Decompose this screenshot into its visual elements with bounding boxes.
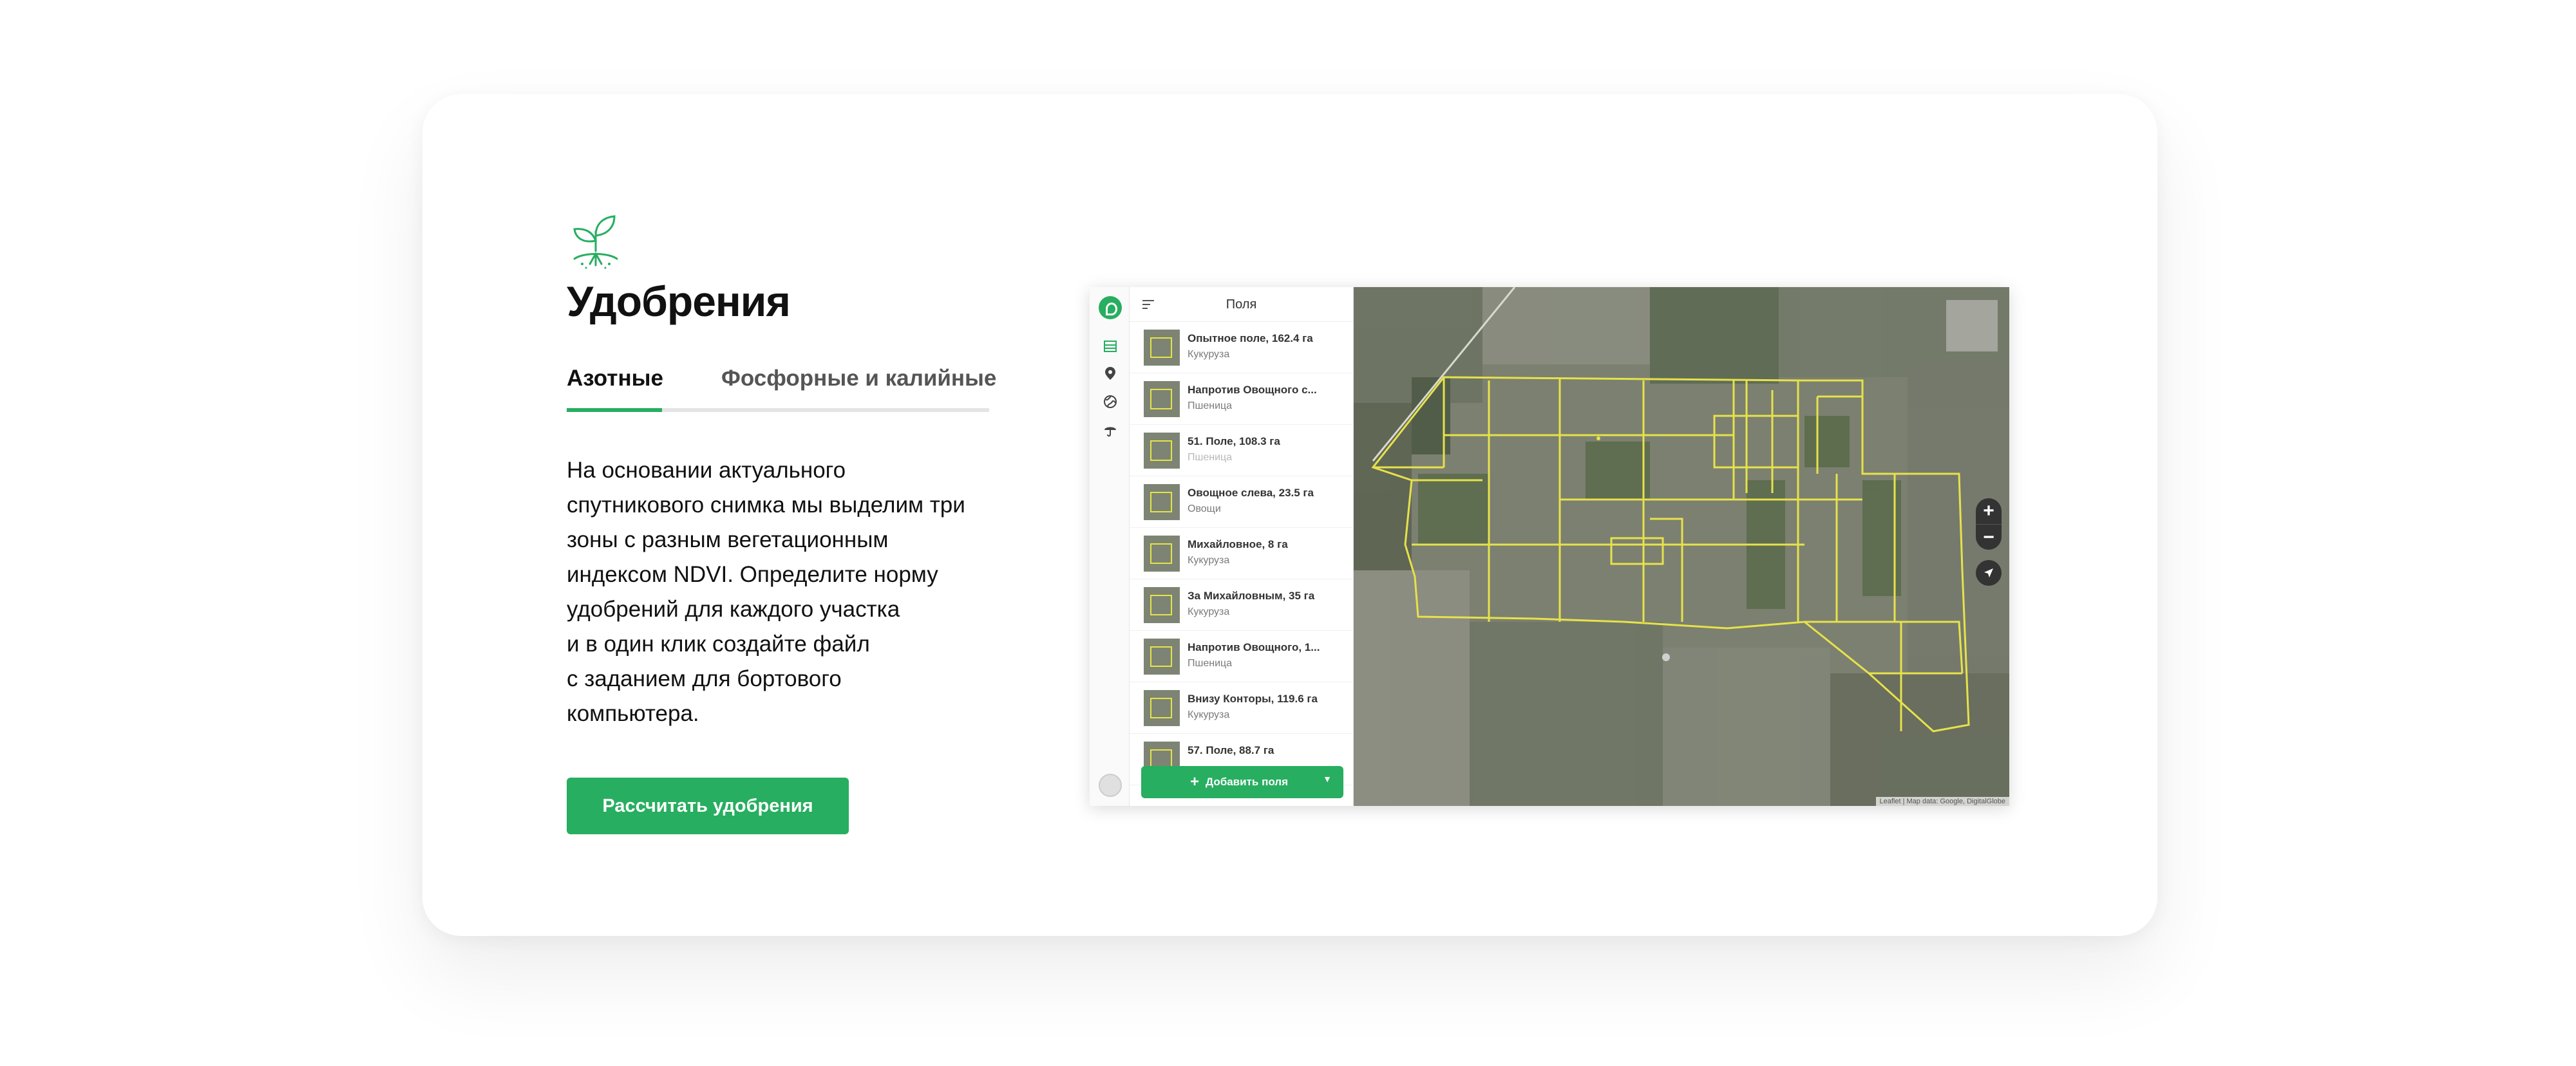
list-item[interactable]: Напротив Овощного, 1... Пшеница [1130,631,1354,682]
field-crop: Пшеница [1188,658,1233,669]
navigation-arrow-icon [1984,568,1993,577]
list-item[interactable]: За Михайловным, 35 га Кукуруза [1130,579,1354,631]
description-line: индексом NDVI. Определите норму [567,562,938,587]
field-thumbnail [1144,484,1180,520]
list-item[interactable]: Михайловное, 8 га Кукуруза [1130,528,1354,579]
globe-icon[interactable] [1103,394,1118,409]
map-attribution[interactable]: Leaflet | Map data: Google, DigitalGlobe [1875,797,2009,806]
field-name: Напротив Овощного, 1... [1188,641,1320,653]
description-line: с заданием для бортового [567,666,842,691]
list-item[interactable]: Опытное поле, 162.4 га Кукуруза [1130,322,1354,373]
zoom-out-button[interactable]: − [1976,524,2002,550]
field-thumbnail [1144,381,1180,417]
field-name: За Михайловным, 35 га [1188,590,1315,602]
field-crop: Пшеница [1188,452,1233,463]
field-thumbnail [1144,330,1180,366]
field-thumbnail [1144,536,1180,572]
list-item[interactable]: Овощное слева, 23.5 га Овощи [1130,476,1354,528]
fields-icon[interactable] [1103,339,1118,354]
description: На основании актуального спутникового сн… [567,453,1005,731]
field-name: 57. Поле, 88.7 га [1188,744,1274,756]
locate-button[interactable] [1976,560,2002,586]
map-canvas[interactable] [1354,287,2009,806]
field-name: Внизу Конторы, 119.6 га [1188,693,1318,705]
add-fields-button[interactable]: + Добавить поля ▼ [1141,766,1343,798]
field-crop: Пшеница [1188,400,1233,411]
field-crop: Кукуруза [1188,349,1230,360]
zoom-in-button[interactable]: + [1976,498,2002,524]
field-thumbnail [1144,690,1180,726]
field-crop: Кукуруза [1188,555,1230,566]
field-thumbnail [1144,639,1180,675]
tab-nitrogen[interactable]: Азотные [567,366,663,412]
calculate-fertilizers-button[interactable]: Рассчитать удобрения [567,778,849,834]
field-crop: Овощи [1188,503,1221,514]
field-name: 51. Поле, 108.3 га [1188,435,1280,447]
app-screenshot: Поля Опытное поле, 162.4 га Кукуруза Нап… [1090,287,2009,806]
field-thumbnail [1144,587,1180,623]
fields-panel: Поля Опытное поле, 162.4 га Кукуруза Нап… [1130,287,1354,806]
field-crop: Кукуруза [1188,606,1230,617]
field-name: Опытное поле, 162.4 га [1188,332,1313,344]
list-item[interactable]: Напротив Овощного с... Пшеница [1130,373,1354,425]
field-crop: Кукуруза [1188,709,1230,720]
field-name: Овощное слева, 23.5 га [1188,487,1314,499]
fields-panel-header: Поля [1130,287,1353,322]
description-line: удобрений для каждого участка [567,597,900,622]
description-line: и в один клик создайте файл [567,631,870,657]
fields-panel-title: Поля [1226,297,1257,312]
list-item[interactable]: 51. Поле, 108.3 га Пшеница [1130,425,1354,476]
weather-icon[interactable] [1103,422,1118,438]
plus-icon: + [1190,773,1200,790]
description-line: спутникового снимка мы выделим три [567,492,965,518]
fertilizer-tabs: Азотные Фосфорные и калийные [567,366,996,412]
list-item[interactable]: Внизу Конторы, 119.6 га Кукуруза [1130,682,1354,734]
description-line: зоны с разным вегетационным [567,527,889,552]
avatar[interactable] [1099,774,1122,797]
tab-phosphorus-potassium[interactable]: Фосфорные и калийные [721,366,996,408]
add-fields-label: Добавить поля [1206,776,1289,788]
field-name: Михайловное, 8 га [1188,538,1288,550]
app-sidebar-rail [1090,287,1130,806]
field-thumbnail [1144,433,1180,469]
satellite-map[interactable]: + − Leaflet | Map data: Google, DigitalG… [1354,287,2009,806]
description-line: На основании актуального [567,458,846,483]
description-line: компьютера. [567,701,699,726]
field-name: Напротив Овощного с... [1188,384,1317,396]
location-pin-icon[interactable] [1103,366,1118,381]
chevron-down-icon[interactable]: ▼ [1323,774,1332,784]
page-title: Удобрения [567,277,791,325]
sprout-icon [573,215,618,269]
app-logo-icon[interactable] [1099,296,1122,319]
